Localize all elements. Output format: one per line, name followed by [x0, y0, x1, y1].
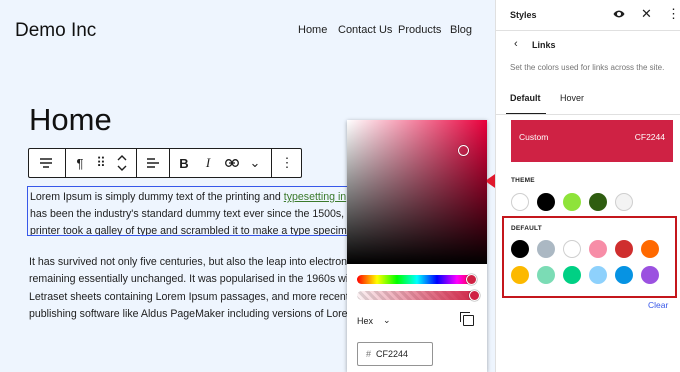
- color-swatch[interactable]: [537, 193, 555, 211]
- copy-icon[interactable]: [460, 312, 474, 326]
- color-swatch[interactable]: [589, 193, 607, 211]
- color-swatch[interactable]: [615, 193, 633, 211]
- nav-item-products[interactable]: Products: [398, 24, 441, 36]
- bold-button[interactable]: B: [173, 149, 195, 177]
- link-icon: [225, 159, 239, 167]
- link-button[interactable]: [221, 149, 243, 177]
- sidebar-title: Styles: [510, 10, 537, 20]
- current-color-swatch[interactable]: Custom CF2244: [511, 120, 673, 162]
- color-value: CF2244: [634, 132, 665, 142]
- hue-slider-handle[interactable]: [466, 274, 477, 285]
- hash-prefix: #: [366, 349, 372, 359]
- styles-sidebar: Styles ✕ ⋮ ‹ Links Set the colors used f…: [495, 0, 680, 372]
- sidebar-subtitle: Links: [532, 40, 556, 50]
- text-align-button[interactable]: [141, 149, 165, 177]
- color-name: Custom: [519, 132, 549, 142]
- nav-item-contact-us[interactable]: Contact Us: [338, 24, 392, 36]
- italic-button[interactable]: I: [197, 149, 219, 177]
- tab-hover[interactable]: Hover: [560, 93, 584, 103]
- theme-palette-label: THEME: [511, 177, 535, 184]
- sidebar-header: Styles ✕ ⋮: [496, 0, 680, 31]
- clear-button[interactable]: Clear: [648, 300, 668, 310]
- move-up-down-button[interactable]: [112, 149, 132, 177]
- paragraph-link[interactable]: typesetting in: [284, 191, 346, 203]
- sidebar-description: Set the colors used for links across the…: [510, 63, 665, 72]
- color-picker-popover: Hex ⌄ # CF2244: [347, 120, 487, 372]
- page-heading[interactable]: Home: [29, 102, 112, 138]
- annotation-highlight-box: [502, 216, 677, 298]
- back-chevron-icon[interactable]: ‹: [514, 38, 518, 50]
- paragraph-text: Lorem Ipsum is simply dummy text of the …: [30, 191, 284, 203]
- tab-default[interactable]: Default: [510, 93, 541, 103]
- nav-item-blog[interactable]: Blog: [450, 24, 472, 36]
- block-options-button[interactable]: ⋮: [275, 149, 299, 177]
- color-format-select[interactable]: Hex: [357, 316, 373, 326]
- hex-value[interactable]: CF2244: [376, 349, 408, 359]
- eye-icon[interactable]: [613, 9, 625, 19]
- saturation-handle[interactable]: [458, 145, 469, 156]
- align-block-button[interactable]: [31, 149, 61, 177]
- color-swatch[interactable]: [511, 193, 529, 211]
- color-swatch[interactable]: [563, 193, 581, 211]
- site-title[interactable]: Demo Inc: [15, 20, 96, 42]
- close-icon[interactable]: ✕: [641, 6, 652, 22]
- align-icon: [40, 158, 52, 168]
- alpha-slider-handle[interactable]: [469, 290, 480, 301]
- hue-slider[interactable]: [357, 275, 477, 284]
- alpha-slider[interactable]: [357, 291, 477, 300]
- block-toolbar: ¶ ⠿ B I ⌄ ⋮: [28, 148, 302, 178]
- hex-color-input[interactable]: # CF2244: [357, 342, 433, 366]
- more-formats-button[interactable]: ⌄: [245, 149, 265, 177]
- nav-item-home[interactable]: Home: [298, 24, 327, 36]
- tabs-divider: [496, 114, 680, 115]
- chevron-down-icon[interactable]: ⌄: [383, 315, 391, 326]
- more-options-icon[interactable]: ⋮: [667, 6, 680, 22]
- paragraph-icon[interactable]: ¶: [69, 149, 91, 177]
- chevron-up-down-icon: [117, 155, 127, 171]
- saturation-area[interactable]: [347, 120, 487, 264]
- drag-handle-icon[interactable]: ⠿: [91, 149, 111, 177]
- text-align-icon: [147, 158, 159, 168]
